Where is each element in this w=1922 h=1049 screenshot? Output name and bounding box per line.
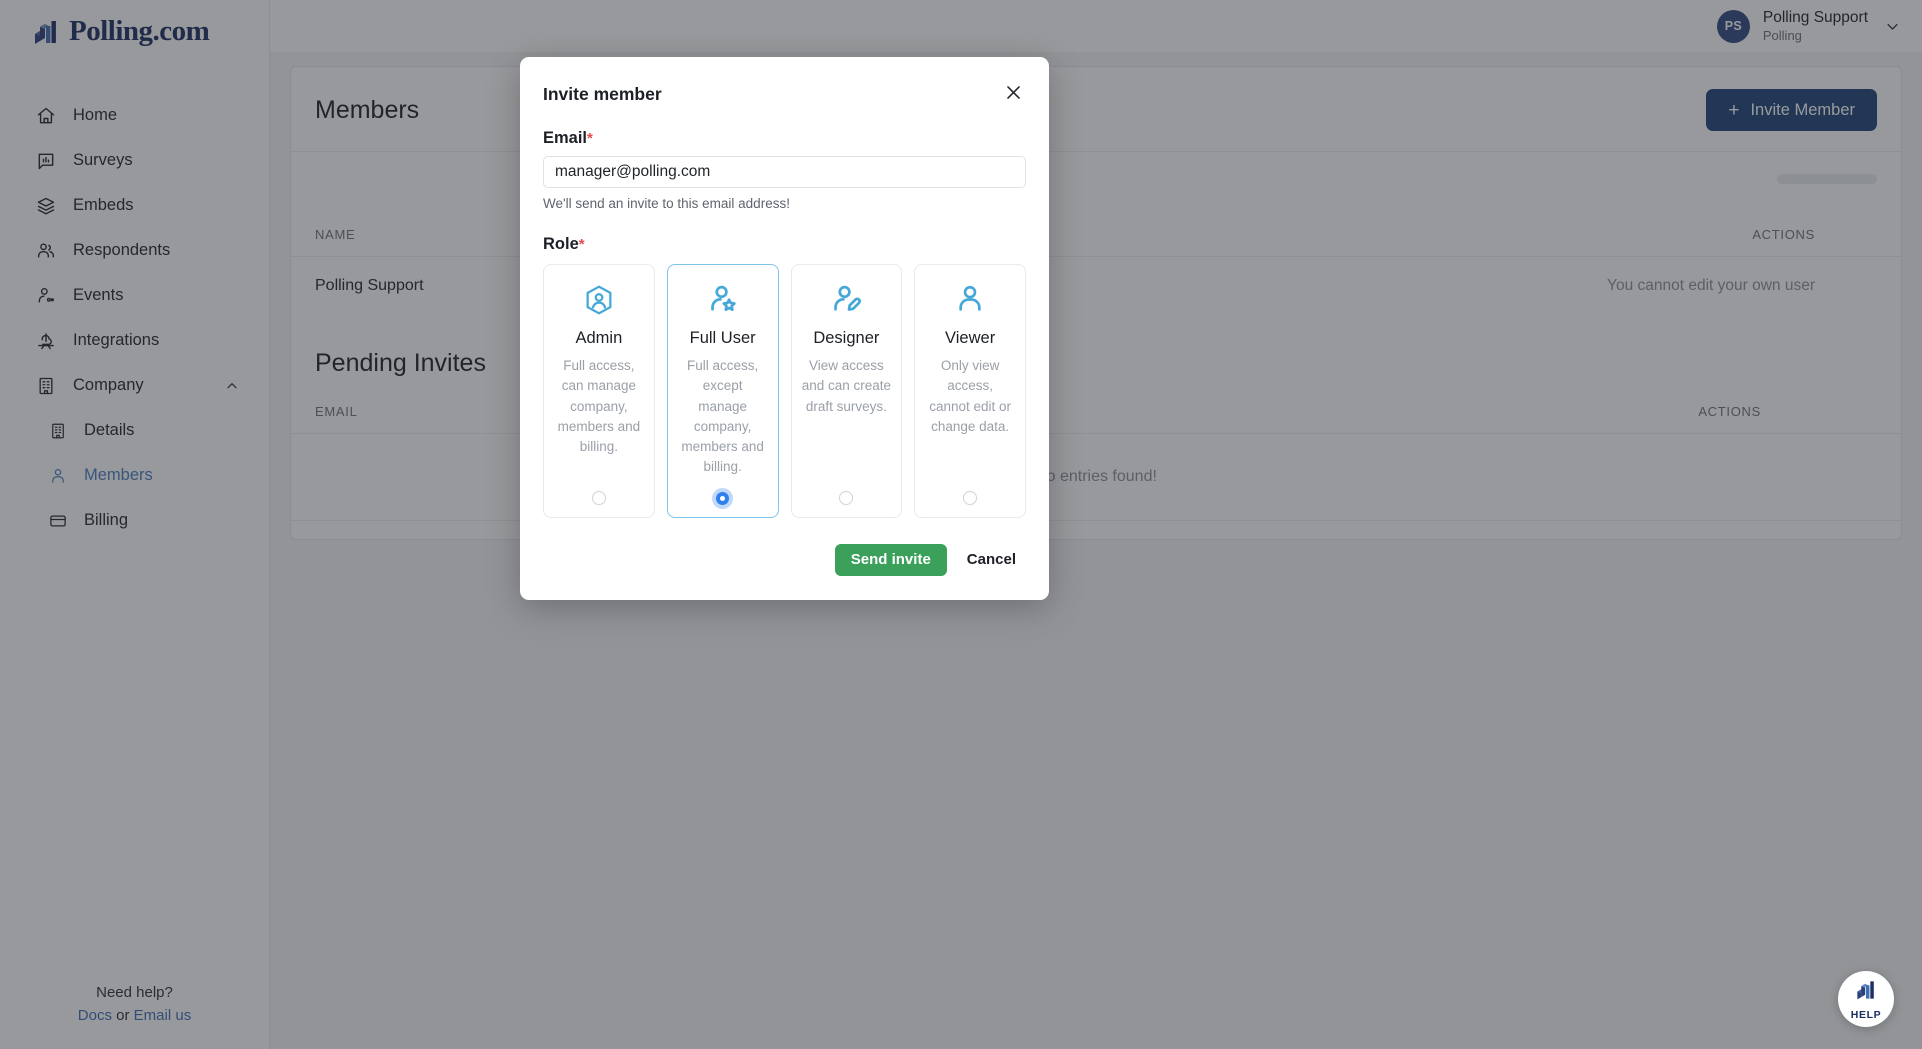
help-button[interactable]: HELP (1838, 971, 1894, 1027)
role-label-text: Role (543, 235, 579, 253)
modal-header: Invite member (543, 79, 1026, 105)
role-options: Admin Full access, can manage company, m… (543, 264, 1026, 518)
polling-bar-logo-icon (1855, 978, 1877, 1007)
close-icon[interactable] (1000, 79, 1026, 105)
role-option-admin[interactable]: Admin Full access, can manage company, m… (543, 264, 655, 518)
role-name: Viewer (945, 329, 996, 347)
role-name: Admin (575, 329, 623, 347)
email-label: Email* (543, 129, 1026, 148)
role-label: Role* (543, 235, 1026, 254)
role-description: View access and can create draft surveys… (801, 358, 892, 414)
required-marker: * (578, 236, 585, 253)
role-radio-full-user[interactable] (716, 491, 730, 505)
help-label: HELP (1850, 1008, 1882, 1021)
email-label-text: Email (543, 129, 588, 147)
role-description: Only view access, cannot edit or change … (929, 358, 1012, 434)
role-option-designer[interactable]: Designer View access and can create draf… (790, 264, 903, 518)
modal-title: Invite member (543, 84, 662, 104)
email-help-text: We'll send an invite to this email addre… (543, 196, 790, 211)
cancel-button[interactable]: Cancel (967, 551, 1026, 568)
role-radio-designer[interactable] (839, 490, 854, 505)
role-radio-viewer[interactable] (963, 490, 978, 505)
send-invite-button[interactable]: Send invite (834, 543, 947, 576)
role-name: Full User (689, 329, 756, 347)
role-radio-admin[interactable] (591, 490, 606, 505)
app-root: Polling.com Home Surveys Embeds Responde… (0, 0, 1922, 1049)
role-name: Designer (813, 329, 880, 347)
person-pencil-icon (829, 281, 863, 319)
hexagon-person-icon (582, 281, 616, 319)
required-marker: * (587, 130, 593, 147)
modal-footer: Send invite Cancel (543, 543, 1026, 576)
role-description: Full access, can manage company, members… (557, 358, 641, 454)
role-option-full-user[interactable]: Full User Full access, except manage com… (666, 264, 779, 518)
person-star-icon (706, 281, 740, 319)
email-field[interactable] (543, 156, 1026, 188)
person-icon (953, 281, 987, 319)
invite-member-modal: Invite member Email* We'll send an invit… (520, 57, 1049, 600)
role-description: Full access, except manage company, memb… (681, 358, 764, 475)
role-option-viewer[interactable]: Viewer Only view access, cannot edit or … (914, 264, 1026, 518)
